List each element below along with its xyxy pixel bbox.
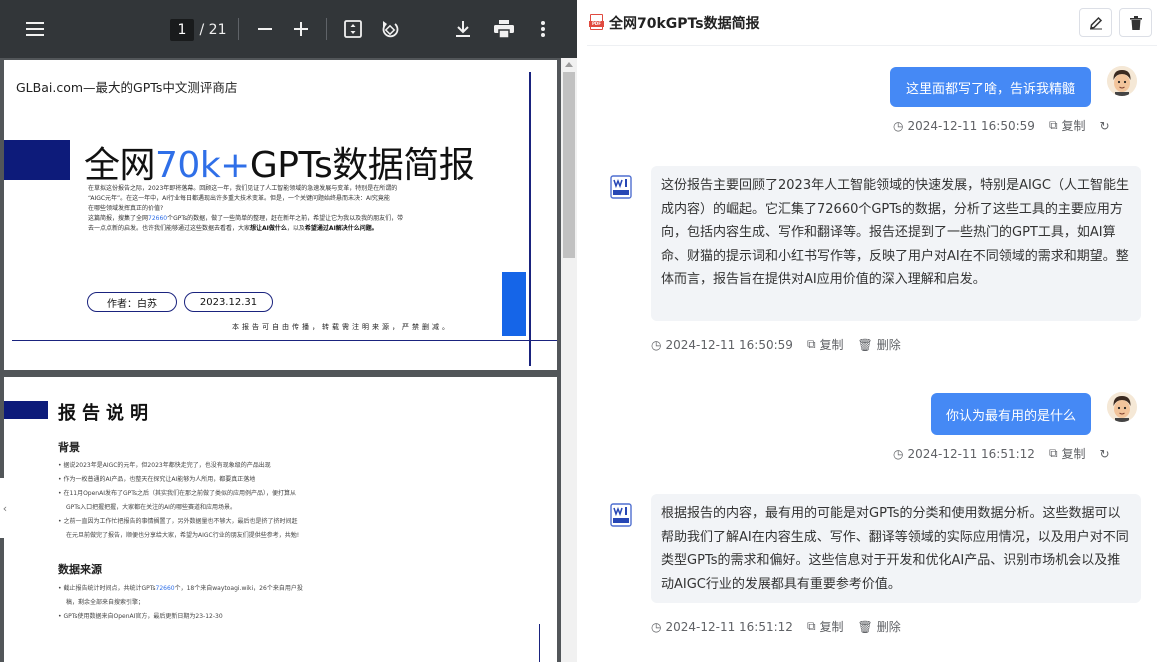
ai-message-bubble: 这份报告主要回顾了2023年人工智能领域的快速发展，特别是AIGC（人工智能生成… [651,166,1141,321]
clock-icon: ◷ [893,446,904,461]
list-item: 在元旦前做完了报告，顺便也分享给大家，希望为AIGC行业的朋友们提供些参考，共勉… [66,532,300,539]
copy-button[interactable]: 复制 [820,336,844,353]
user-avatar [1107,392,1137,422]
message-time: 2024-12-11 16:50:59 [907,118,1035,133]
list-item: • 在11月OpenAI发布了GPTs之后（其实我们在那之前做了类似的应用例产品… [58,490,297,497]
message-time: 2024-12-11 16:51:12 [665,619,793,634]
clock-icon: ◷ [651,337,662,352]
toolbar-divider [326,18,327,40]
copy-icon[interactable]: ⧉ [807,337,816,352]
toolbar-divider [238,18,239,40]
trash-icon[interactable]: 🗑 [858,620,873,634]
user-message-bubble: 这里面都写了啥，告诉我精髓 [890,67,1091,107]
pdf-scrollbar[interactable] [561,58,577,662]
chat-title: 全网70kGPTs数据简报 [609,16,760,32]
list-item: • 作为一枚普通的AI产品，也整天在探究让AI能够为人所用，都要真正落地 [58,476,256,483]
intro-line: 这篇简报，搜集了全网72660个GPTs的数据，做了一些简单的整理，赶在新年之前… [88,215,404,222]
download-icon[interactable] [452,17,474,41]
copy-button[interactable]: 复制 [1062,117,1086,134]
message-meta: ◷ 2024-12-11 16:51:12 ⧉ 复制 ↻ [893,445,1110,462]
copy-icon[interactable]: ⧉ [1049,446,1058,461]
data-source-list: • 截止报告统计时间点，共统计GPTs72660个，18个来自waytoagi.… [58,582,303,624]
fit-to-page-icon[interactable] [342,17,364,41]
decorative-block [4,401,48,419]
message-meta: ◷ 2024-12-11 16:51:12 ⧉ 复制 🗑 删除 [651,618,901,635]
list-item: • GPTs使用数据来自OpenAI官方，最后更新日期为23-12-30 [58,613,223,620]
copy-button[interactable]: 复制 [1062,445,1086,462]
hamburger-menu-icon[interactable] [20,19,50,39]
list-item: 稿，剩余全部来自搜索引擎； [66,599,145,606]
intro-line: 在草拟这份报告之际，2023年即将落幕。回顾这一年，我们见证了人工智能领域的急速… [88,185,398,192]
decorative-line [529,72,531,366]
chat-header: PDF 全网70kGPTs数据简报 [577,0,1162,46]
plus-icon[interactable] [290,18,312,40]
collapse-panel-tab[interactable]: ‹ [0,478,10,538]
chat-panel: PDF 全网70kGPTs数据简报 这里面都写了啥，告诉我精髓 ◷ 2024-12… [577,0,1162,662]
chevron-left-icon: ‹ [2,501,8,515]
copy-icon[interactable]: ⧉ [1049,118,1058,133]
page-total: / 21 [199,22,227,38]
header-divider [587,45,1157,46]
decorative-line [12,340,557,341]
print-icon[interactable] [492,17,516,41]
pdf-toolbar: 1 / 21 [0,0,577,58]
copy-button[interactable]: 复制 [820,618,844,635]
scroll-up-arrow-icon[interactable] [565,62,573,67]
trash-icon[interactable]: 🗑 [858,338,873,352]
author-pill: 作者：白苏 [87,292,177,312]
list-item: GPTs入口把握把握，大家都在关注的AI的哪些赛道和应用场景。 [66,504,236,511]
message-time: 2024-12-11 16:50:59 [665,337,793,352]
decorative-block [4,140,70,180]
refresh-icon[interactable]: ↻ [1100,119,1110,133]
delete-button[interactable] [1119,8,1152,37]
user-avatar [1107,66,1137,96]
edit-icon [1089,16,1102,29]
message-time: 2024-12-11 16:51:12 [907,446,1035,461]
ai-avatar-icon [610,175,632,199]
intro-line: 在哪些领域发挥真正的价值? [88,205,164,212]
page-header-text: GLBai.com—最大的GPTs中文测评商店 [16,80,238,95]
message-meta: ◷ 2024-12-11 16:50:59 ⧉ 复制 🗑 删除 [651,336,901,353]
list-item: • 据说2023年是AIGC的元年，但2023年都快走完了，也没有现象级的产品出… [58,462,271,469]
decorative-bar [502,272,526,336]
delete-message-button[interactable]: 删除 [877,618,901,635]
section-heading-background: 背景 [58,441,80,454]
report-title: 全网70k+GPTs数据简报 [84,145,475,186]
clock-icon: ◷ [893,118,904,133]
pdf-file-icon: PDF [589,14,604,30]
minus-icon[interactable] [254,18,276,40]
pdf-page-1: GLBai.com—最大的GPTs中文测评商店 全网70k+GPTs数据简报 在… [4,60,557,370]
section-heading-data-source: 数据来源 [58,563,102,576]
pdf-page-2: 报告说明 背景 • 据说2023年是AIGC的元年，但2023年都快走完了，也没… [4,377,557,662]
ai-avatar-icon [610,503,632,527]
user-message-bubble: 你认为最有用的是什么 [931,393,1091,435]
trash-icon [1129,15,1142,30]
edit-button[interactable] [1079,8,1112,37]
copyright-notice: 本报告可自由传播，转载需注明来源，严禁删减。 [232,323,452,331]
message-meta: ◷ 2024-12-11 16:50:59 ⧉ 复制 ↻ [893,117,1110,134]
ai-message-bubble: 根据报告的内容，最有用的可能是对GPTs的分类和使用数据分析。这些数据可以帮助我… [651,494,1141,603]
refresh-icon[interactable]: ↻ [1100,447,1110,461]
scrollbar-thumb[interactable] [563,72,575,258]
rotate-icon[interactable] [378,17,402,41]
intro-line: “AIGC元年”。在这一年中，AI行业每日都遇现出许多重大技术变革。但是，一个关… [88,195,390,202]
more-vertical-icon[interactable] [533,17,553,41]
list-item: • 之前一直因为工作忙把报告的事情搁置了，另外数据量也不够大，最后也是挤了挤时间… [58,518,298,525]
intro-line: 去一点点新的启发。也许我们能够通过这些数据去看看，大家想让AI做什么，以及希望通… [88,225,378,232]
date-pill: 2023.12.31 [184,292,273,312]
page-number-input[interactable]: 1 [170,19,194,41]
list-item: • 截止报告统计时间点，共统计GPTs72660个，18个来自waytoagi.… [58,585,303,592]
background-list: • 据说2023年是AIGC的元年，但2023年都快走完了，也没有现象级的产品出… [58,459,299,543]
delete-message-button[interactable]: 删除 [877,336,901,353]
pdf-viewer: 1 / 21 GLBai.com—最大的GPTs中文测评商店 全网70k+GPT… [0,0,577,662]
report-intro: 在草拟这份报告之际，2023年即将落幕。回顾这一年，我们见证了人工智能领域的急速… [88,184,418,234]
decorative-line [539,624,540,662]
clock-icon: ◷ [651,619,662,634]
page-title: 报告说明 [58,403,154,424]
copy-icon[interactable]: ⧉ [807,619,816,634]
